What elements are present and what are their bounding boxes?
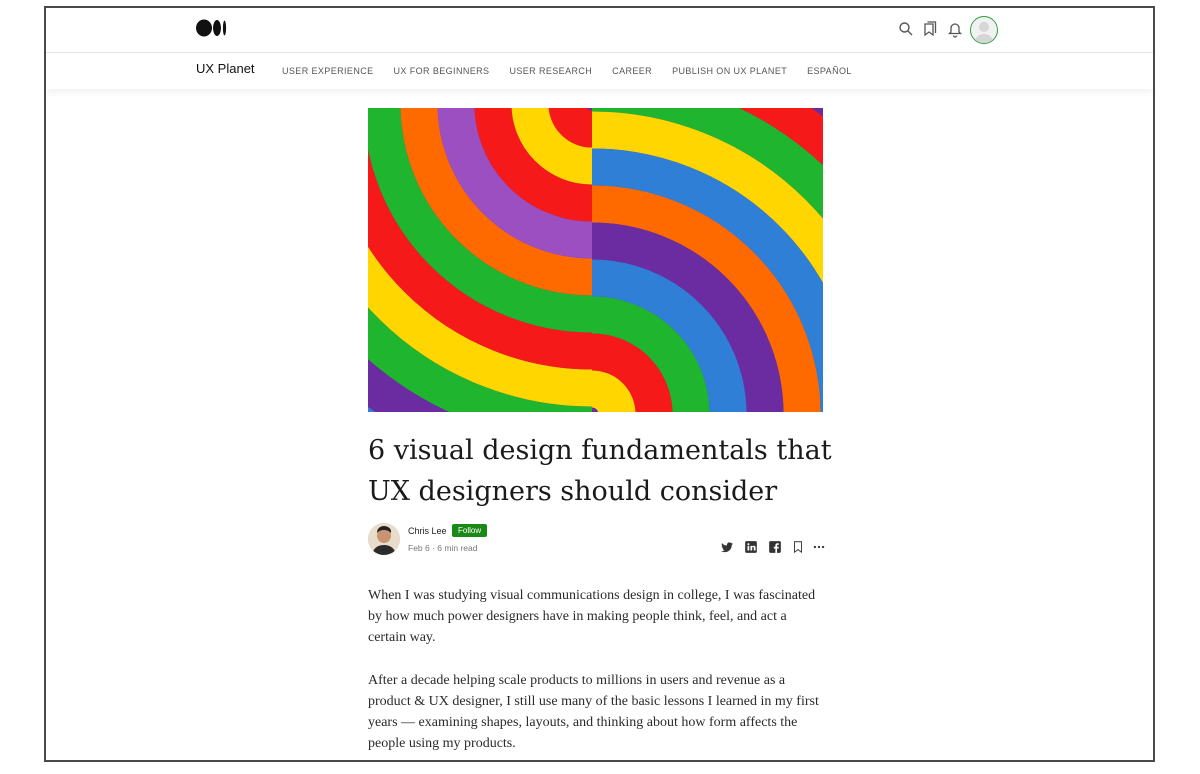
bookmarks-icon[interactable]	[921, 20, 939, 38]
nav-user-research[interactable]: USER RESEARCH	[509, 66, 592, 76]
linkedin-icon[interactable]	[744, 540, 758, 554]
nav-ux-for-beginners[interactable]: UX FOR BEGINNERS	[394, 66, 490, 76]
medium-logo[interactable]	[196, 19, 228, 37]
nav-user-experience[interactable]: USER EXPERIENCE	[282, 66, 374, 76]
paragraph: After a decade helping scale products to…	[368, 673, 819, 751]
bookmark-icon[interactable]	[791, 540, 805, 554]
twitter-icon[interactable]	[720, 540, 734, 554]
author-name[interactable]: Chris Lee	[408, 526, 447, 536]
nav-espanol[interactable]: ESPAÑOL	[807, 66, 852, 76]
follow-button[interactable]: Follow	[452, 524, 488, 537]
publication-name[interactable]: UX Planet	[196, 61, 255, 76]
hero-image	[368, 108, 823, 412]
article-body: When I was studying visual communication…	[368, 585, 828, 760]
more-icon[interactable]	[812, 540, 826, 554]
browser-frame: UX Planet USER EXPERIENCE UX FOR BEGINNE…	[44, 6, 1155, 762]
bell-icon[interactable]	[946, 20, 964, 38]
nav-publish[interactable]: PUBLISH ON UX PLANET	[672, 66, 787, 76]
article-title: 6 visual design fundamentals that UX des…	[368, 435, 832, 507]
publication-nav: UX Planet USER EXPERIENCE UX FOR BEGINNE…	[46, 53, 1153, 89]
article-meta: Feb 6 · 6 min read	[408, 543, 478, 553]
facebook-icon[interactable]	[768, 540, 782, 554]
author-avatar[interactable]	[368, 523, 400, 555]
user-silhouette-icon	[974, 22, 994, 43]
nav-items: USER EXPERIENCE UX FOR BEGINNERS USER RE…	[282, 66, 852, 76]
author-portrait-icon	[368, 523, 400, 555]
nav-career[interactable]: CAREER	[612, 66, 652, 76]
avatar[interactable]	[970, 16, 998, 44]
top-bar	[46, 8, 1153, 53]
search-icon[interactable]	[897, 20, 915, 38]
rainbow-artwork	[368, 108, 823, 412]
paragraph: When I was studying visual communication…	[368, 588, 816, 645]
